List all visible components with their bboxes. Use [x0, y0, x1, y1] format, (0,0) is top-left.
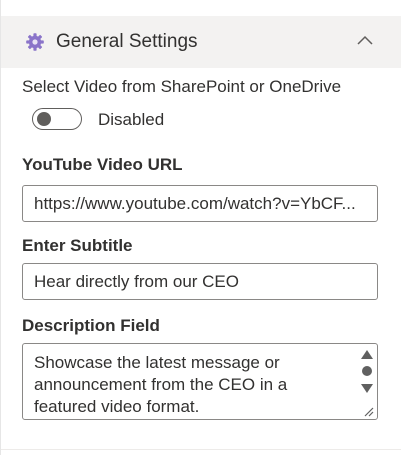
toggle-state-text: Disabled [98, 110, 165, 129]
chevron-up-icon[interactable] [356, 34, 374, 48]
resize-grip-icon[interactable] [362, 404, 374, 417]
property-pane: General Settings Select Video from Share… [0, 0, 401, 455]
video-source-toggle-label: Select Video from SharePoint or OneDrive [22, 77, 342, 96]
video-source-toggle[interactable] [32, 108, 82, 130]
scroll-down-arrow-icon[interactable] [361, 384, 373, 393]
description-textarea[interactable]: Showcase the latest message or announcem… [22, 343, 378, 420]
toggle-knob [37, 112, 51, 126]
description-text: Showcase the latest message or announcem… [34, 353, 288, 416]
gear-icon [25, 32, 45, 52]
youtube-url-input[interactable]: https://www.youtube.com/watch?v=YbCF... [22, 185, 378, 222]
subtitle-input[interactable]: Hear directly from our CEO [22, 263, 378, 300]
scroll-thumb[interactable] [362, 366, 372, 376]
subtitle-label: Enter Subtitle [22, 236, 133, 255]
section-divider [1, 449, 401, 450]
section-title: General Settings [56, 31, 198, 52]
youtube-url-label: YouTube Video URL [22, 155, 183, 174]
scroll-up-arrow-icon[interactable] [361, 350, 373, 359]
description-label: Description Field [22, 316, 160, 335]
general-settings-header[interactable]: General Settings [1, 16, 401, 68]
